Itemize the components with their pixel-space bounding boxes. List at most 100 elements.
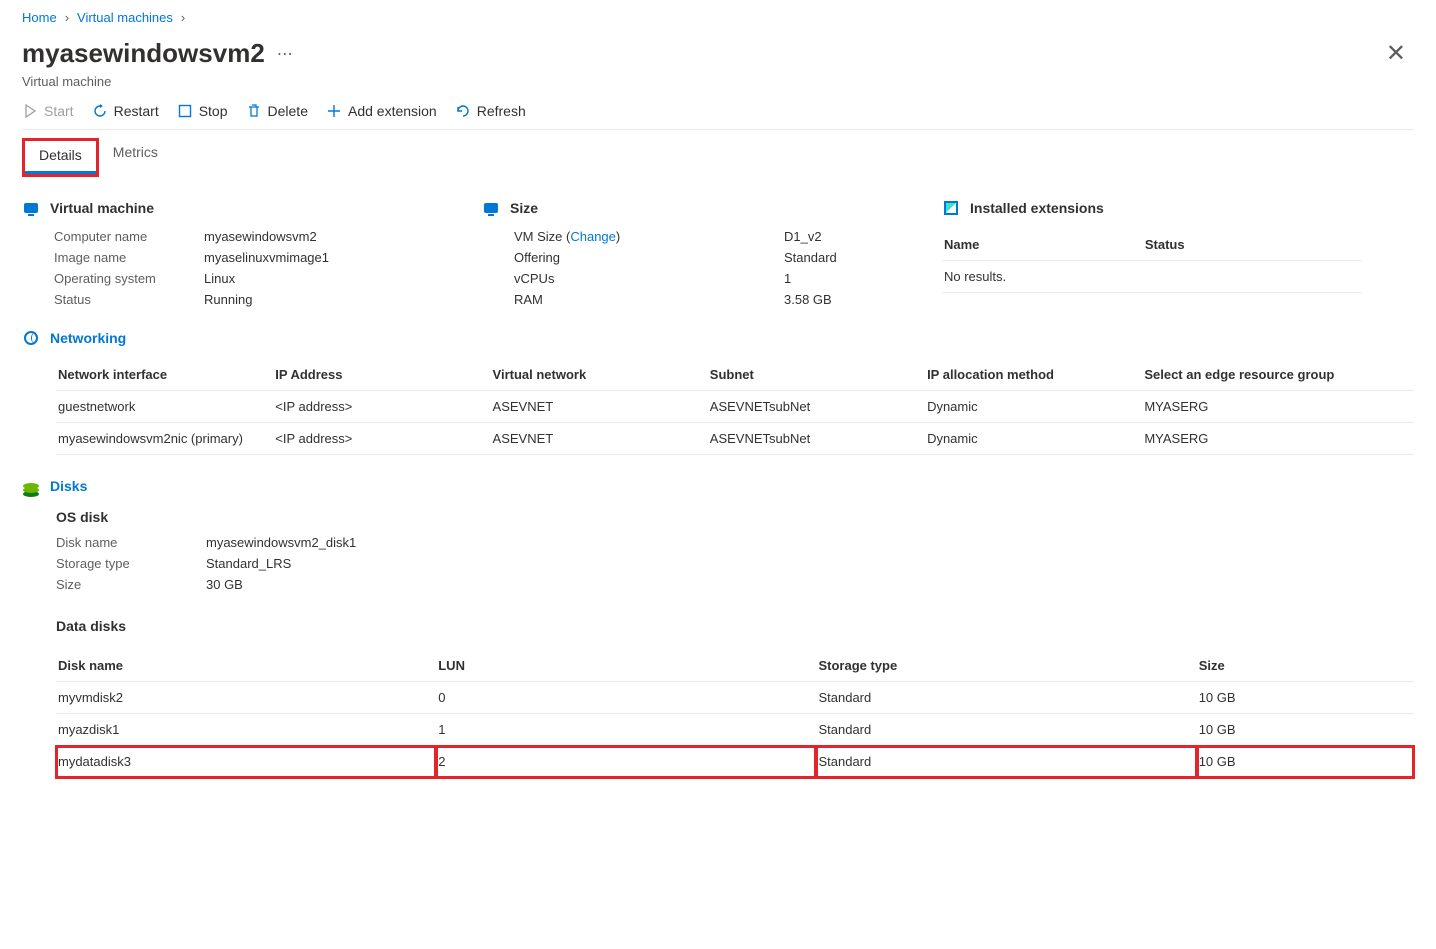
- cell-stype: Standard: [816, 746, 1196, 778]
- offering-value: Standard: [784, 250, 922, 265]
- tab-details[interactable]: Details: [25, 141, 96, 174]
- cell-name: myazdisk1: [56, 714, 436, 746]
- breadcrumb-home[interactable]: Home: [22, 10, 57, 25]
- cell-size: 10 GB: [1197, 714, 1414, 746]
- cell-subnet: ASEVNETsubNet: [708, 423, 925, 455]
- cell-name: myvmdisk2: [56, 682, 436, 714]
- cell-lun: 2: [436, 746, 816, 778]
- table-row[interactable]: mydatadisk32Standard10 GB: [56, 746, 1414, 778]
- net-col-ip[interactable]: IP Address: [273, 359, 490, 391]
- cell-nic: guestnetwork: [56, 391, 273, 423]
- stop-label: Stop: [199, 103, 228, 119]
- net-col-vnet[interactable]: Virtual network: [491, 359, 708, 391]
- cell-size: 10 GB: [1197, 746, 1414, 778]
- offering-label: Offering: [514, 250, 644, 265]
- networking-table: Network interface IP Address Virtual net…: [56, 359, 1414, 455]
- cell-nic: myasewindowsvm2nic (primary): [56, 423, 273, 455]
- cell-size: 10 GB: [1197, 682, 1414, 714]
- table-row[interactable]: myazdisk11Standard10 GB: [56, 714, 1414, 746]
- image-name-value: myaselinuxvmimage1: [204, 250, 462, 265]
- size-section-header: Size: [482, 199, 922, 217]
- status-value: Running: [204, 292, 462, 307]
- tab-metrics[interactable]: Metrics: [99, 138, 172, 177]
- cell-erg: MYASERG: [1142, 423, 1414, 455]
- refresh-icon: [455, 103, 471, 119]
- more-options-button[interactable]: ⋯: [277, 44, 293, 64]
- plus-icon: [326, 103, 342, 119]
- ram-label: RAM: [514, 292, 644, 307]
- disk-col-stype[interactable]: Storage type: [816, 650, 1196, 682]
- table-row[interactable]: myasewindowsvm2nic (primary)<IP address>…: [56, 423, 1414, 455]
- refresh-label: Refresh: [477, 103, 526, 119]
- disk-col-lun[interactable]: LUN: [436, 650, 816, 682]
- add-extension-button[interactable]: Add extension: [326, 103, 437, 119]
- disk-col-name[interactable]: Disk name: [56, 650, 436, 682]
- table-row[interactable]: guestnetwork<IP address>ASEVNETASEVNETsu…: [56, 391, 1414, 423]
- table-row: No results.: [942, 261, 1362, 293]
- title-row: myasewindowsvm2 ⋯ ✕: [22, 35, 1414, 72]
- cell-vnet: ASEVNET: [491, 423, 708, 455]
- start-button[interactable]: Start: [22, 103, 74, 119]
- disks-section-header[interactable]: Disks: [22, 477, 1414, 495]
- restart-icon: [92, 103, 108, 119]
- os-label: Operating system: [54, 271, 204, 286]
- computer-name-value: myasewindowsvm2: [204, 229, 462, 244]
- extensions-table: Name Status No results.: [942, 229, 1362, 293]
- status-label: Status: [54, 292, 204, 307]
- trash-icon: [246, 103, 262, 119]
- osdisk-name-label: Disk name: [56, 535, 206, 550]
- networking-heading: Networking: [50, 330, 126, 346]
- table-row[interactable]: myvmdisk20Standard10 GB: [56, 682, 1414, 714]
- disks-icon: [22, 477, 40, 495]
- delete-button[interactable]: Delete: [246, 103, 308, 119]
- stop-button[interactable]: Stop: [177, 103, 228, 119]
- extensions-section-header: Installed extensions: [942, 199, 1414, 217]
- net-col-alloc[interactable]: IP allocation method: [925, 359, 1142, 391]
- size-heading: Size: [510, 200, 538, 216]
- disk-col-size[interactable]: Size: [1197, 650, 1414, 682]
- cell-name: mydatadisk3: [56, 746, 436, 778]
- disks-heading: Disks: [50, 478, 87, 494]
- close-button[interactable]: ✕: [1378, 35, 1414, 72]
- vmsize-value: D1_v2: [784, 229, 922, 244]
- breadcrumb-virtual-machines[interactable]: Virtual machines: [77, 10, 173, 25]
- restart-label: Restart: [114, 103, 159, 119]
- cell-vnet: ASEVNET: [491, 391, 708, 423]
- resource-type-label: Virtual machine: [22, 74, 1414, 89]
- stop-icon: [177, 103, 193, 119]
- net-col-erg[interactable]: Select an edge resource group: [1142, 359, 1414, 391]
- net-col-subnet[interactable]: Subnet: [708, 359, 925, 391]
- toolbar: Start Restart Stop Delete Add extension …: [22, 103, 1414, 130]
- page-title: myasewindowsvm2: [22, 38, 265, 69]
- cell-lun: 0: [436, 682, 816, 714]
- osdisk-name-value: myasewindowsvm2_disk1: [206, 535, 1414, 550]
- change-size-link[interactable]: Change: [570, 229, 616, 244]
- refresh-button[interactable]: Refresh: [455, 103, 526, 119]
- vm-icon: [482, 199, 500, 217]
- ext-col-status[interactable]: Status: [1143, 229, 1362, 261]
- restart-button[interactable]: Restart: [92, 103, 159, 119]
- vm-heading: Virtual machine: [50, 200, 154, 216]
- chevron-right-icon: ›: [65, 10, 69, 25]
- vmsize-label: VM Size (Change): [514, 229, 644, 244]
- ext-col-name[interactable]: Name: [942, 229, 1143, 261]
- osdisk-size-label: Size: [56, 577, 206, 592]
- osdisk-stype-label: Storage type: [56, 556, 206, 571]
- vm-icon: [22, 199, 40, 217]
- play-icon: [22, 103, 38, 119]
- breadcrumb: Home › Virtual machines ›: [22, 10, 1414, 25]
- net-col-nic[interactable]: Network interface: [56, 359, 273, 391]
- osdisk-stype-value: Standard_LRS: [206, 556, 1414, 571]
- delete-label: Delete: [268, 103, 308, 119]
- cell-lun: 1: [436, 714, 816, 746]
- start-label: Start: [44, 103, 74, 119]
- cell-erg: MYASERG: [1142, 391, 1414, 423]
- ext-empty: No results.: [942, 261, 1362, 293]
- ram-value: 3.58 GB: [784, 292, 922, 307]
- cell-stype: Standard: [816, 714, 1196, 746]
- chevron-right-icon: ›: [181, 10, 185, 25]
- networking-section-header[interactable]: Networking: [22, 329, 1414, 347]
- os-value: Linux: [204, 271, 462, 286]
- computer-name-label: Computer name: [54, 229, 204, 244]
- globe-icon: [22, 329, 40, 347]
